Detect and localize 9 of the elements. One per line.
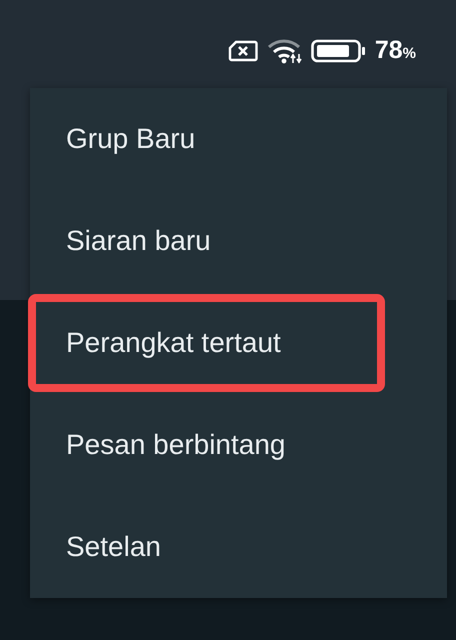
battery-percentage: 78% [374,36,416,65]
battery-icon [310,38,367,62]
menu-item[interactable]: Perangkat tertaut [66,327,281,359]
no-sim-icon [226,38,259,62]
wifi-icon [266,38,303,64]
menu-item[interactable]: Grup Baru [66,123,196,155]
menu-item[interactable]: Setelan [66,531,161,563]
menu-item[interactable]: Siaran baru [66,225,211,257]
menu-item[interactable]: Pesan berbintang [66,429,286,461]
